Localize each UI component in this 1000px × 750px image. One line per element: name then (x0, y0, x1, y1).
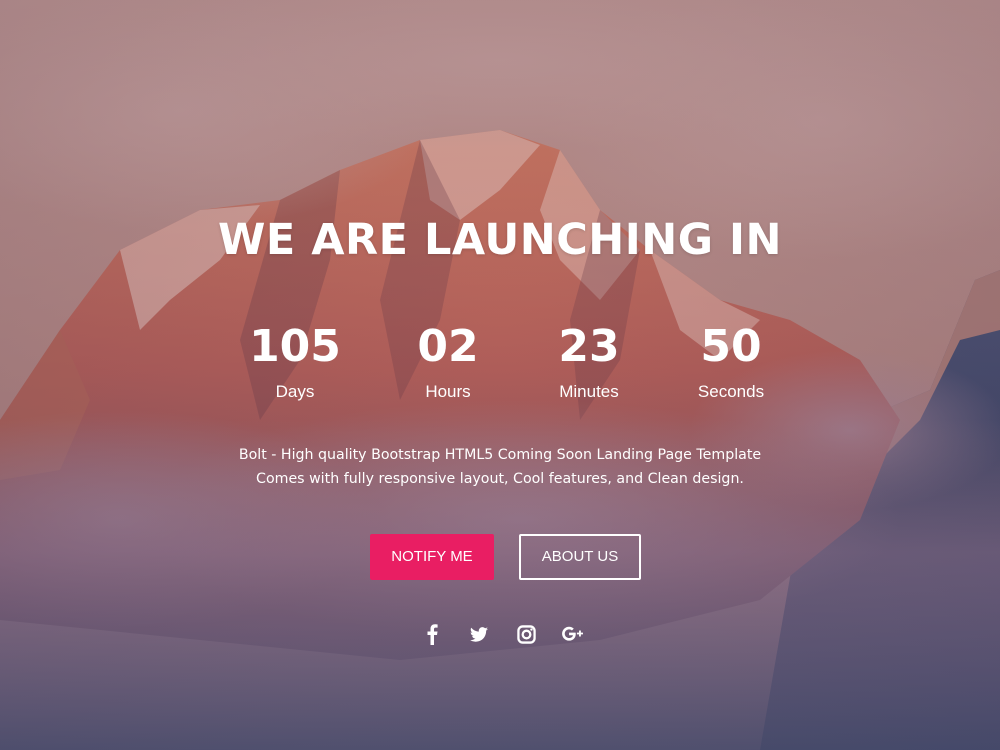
instagram-icon (516, 624, 536, 644)
countdown-seconds-value: 50 (700, 321, 762, 372)
countdown-hours: 02 Hours (378, 322, 518, 402)
google-plus-icon (562, 626, 583, 641)
countdown-days: 105 Days (225, 322, 365, 402)
social-links (0, 620, 1000, 648)
countdown-hours-label: Hours (425, 382, 471, 401)
countdown-seconds-label: Seconds (697, 382, 765, 401)
hero-section: WE ARE LAUNCHING IN 105 Days 02 Hours 23… (0, 0, 1000, 750)
twitter-icon (470, 626, 488, 642)
countdown-minutes: 23 Minutes (519, 322, 659, 402)
countdown-timer: 105 Days 02 Hours 23 Minutes 50 Seconds (0, 322, 1000, 412)
countdown-seconds: 50 Seconds (661, 322, 801, 402)
launch-headline: WE ARE LAUNCHING IN (217, 215, 783, 265)
google-plus-link[interactable] (559, 620, 587, 648)
hero-content: WE ARE LAUNCHING IN 105 Days 02 Hours 23… (0, 0, 1000, 750)
twitter-link[interactable] (465, 620, 493, 648)
about-us-button[interactable]: ABOUT US (519, 534, 641, 580)
description-line-1: Bolt - High quality Bootstrap HTML5 Comi… (238, 447, 762, 463)
notify-me-button[interactable]: NOTIFY ME (370, 534, 494, 580)
description: Bolt - High quality Bootstrap HTML5 Comi… (0, 443, 1000, 491)
countdown-days-value: 105 (249, 321, 341, 372)
countdown-minutes-value: 23 (558, 321, 620, 372)
countdown-minutes-label: Minutes (559, 382, 619, 401)
description-line-2: Comes with fully responsive layout, Cool… (256, 471, 744, 487)
cta-buttons: NOTIFY ME ABOUT US (0, 534, 1000, 580)
instagram-link[interactable] (512, 620, 540, 648)
countdown-hours-value: 02 (417, 321, 479, 372)
facebook-link[interactable] (418, 620, 446, 648)
countdown-days-label: Days (275, 382, 315, 401)
facebook-icon (427, 624, 438, 645)
